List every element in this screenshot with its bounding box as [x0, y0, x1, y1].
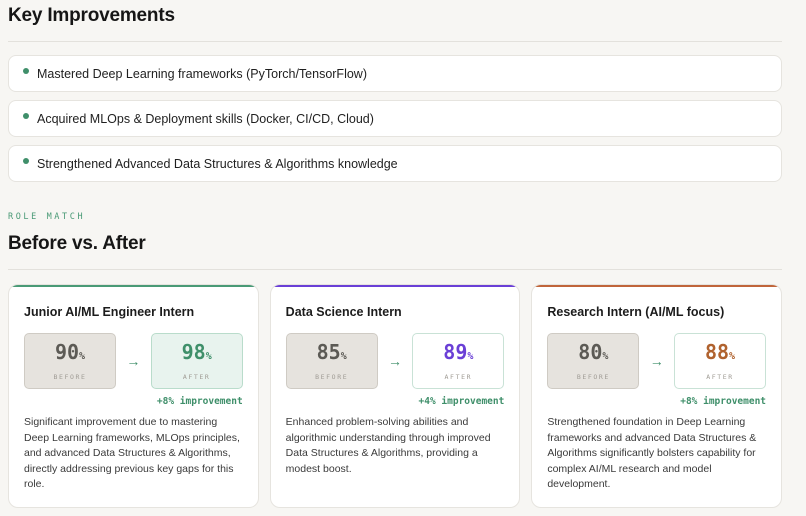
after-score-box: 89% AFTER: [412, 333, 505, 389]
role-description: Significant improvement due to mastering…: [24, 416, 240, 490]
percent-sign: %: [205, 351, 212, 362]
arrow-right-icon: →: [388, 353, 403, 369]
score-row: 80% BEFORE → 88% AFTER: [547, 333, 767, 389]
before-score: 90%: [55, 341, 85, 368]
after-score: 89%: [443, 341, 473, 368]
score-row: 85% BEFORE → 89% AFTER: [285, 333, 505, 389]
after-score-box: 88% AFTER: [674, 333, 767, 389]
after-score: 88%: [705, 341, 735, 368]
after-label: AFTER: [182, 373, 211, 381]
after-score-box: 98% AFTER: [150, 333, 243, 389]
score-row: 90% BEFORE → 98% AFTER: [24, 333, 243, 389]
improvement-text: Acquired MLOps & Deployment skills (Dock…: [37, 111, 374, 126]
after-value: 88: [704, 340, 730, 364]
bullet-dot-icon: [23, 68, 29, 74]
arrow-right-icon: →: [126, 353, 141, 369]
improvement-delta: +8% improvement: [156, 396, 243, 407]
percent-sign: %: [340, 351, 347, 362]
before-score: 85%: [317, 341, 347, 368]
role-match-eyebrow: ROLE MATCH: [8, 212, 86, 222]
role-title: Data Science Intern: [285, 305, 402, 319]
role-description: Strengthened foundation in Deep Learning…: [547, 416, 757, 490]
before-score-box: 90% BEFORE: [24, 333, 117, 389]
key-improvements-title: Key Improvements: [8, 5, 175, 26]
before-label: BEFORE: [315, 373, 349, 381]
role-card: Data Science Intern 85% BEFORE → 89% AFT…: [269, 284, 521, 508]
improvement-item: Mastered Deep Learning frameworks (PyTor…: [8, 55, 782, 92]
percent-sign: %: [79, 351, 86, 362]
role-title: Research Intern (AI/ML focus): [547, 305, 725, 319]
card-accent-bar: [532, 285, 782, 287]
after-value: 98: [181, 340, 206, 364]
after-label: AFTER: [706, 373, 734, 381]
before-label: BEFORE: [53, 373, 87, 381]
card-accent-bar: [270, 285, 520, 287]
improvement-item: Acquired MLOps & Deployment skills (Dock…: [8, 100, 782, 137]
role-description: Enhanced problem-solving abilities and a…: [285, 416, 491, 475]
percent-sign: %: [467, 351, 474, 362]
after-score: 98%: [182, 341, 212, 368]
improvements-list: Mastered Deep Learning frameworks (PyTor…: [8, 55, 782, 190]
after-label: AFTER: [444, 373, 473, 381]
improvement-item: Strengthened Advanced Data Structures & …: [8, 145, 782, 182]
before-label: BEFORE: [576, 373, 610, 381]
role-cards: Junior AI/ML Engineer Intern 90% BEFORE …: [8, 284, 783, 508]
bullet-dot-icon: [23, 158, 29, 164]
improvement-text: Strengthened Advanced Data Structures & …: [37, 156, 398, 171]
before-value: 90: [54, 340, 80, 364]
role-card: Research Intern (AI/ML focus) 80% BEFORE…: [531, 284, 783, 508]
page: Key Improvements Mastered Deep Learning …: [0, 0, 806, 516]
role-card: Junior AI/ML Engineer Intern 90% BEFORE …: [8, 284, 259, 508]
after-value: 89: [443, 340, 468, 364]
before-score: 80%: [578, 341, 608, 368]
improvement-delta: +8% improvement: [680, 396, 767, 407]
arrow-right-icon: →: [649, 353, 664, 369]
divider: [8, 269, 782, 270]
improvement-delta: +4% improvement: [418, 396, 505, 407]
before-value: 85: [316, 340, 341, 364]
percent-sign: %: [729, 351, 736, 362]
card-accent-bar: [9, 285, 258, 287]
before-score-box: 80% BEFORE: [547, 333, 640, 389]
role-title: Junior AI/ML Engineer Intern: [24, 305, 195, 319]
bullet-dot-icon: [23, 113, 29, 119]
before-score-box: 85% BEFORE: [285, 333, 378, 389]
percent-sign: %: [602, 351, 609, 362]
divider: [8, 41, 782, 42]
improvement-text: Mastered Deep Learning frameworks (PyTor…: [37, 66, 367, 81]
before-value: 80: [578, 340, 603, 364]
before-after-title: Before vs. After: [8, 233, 146, 254]
